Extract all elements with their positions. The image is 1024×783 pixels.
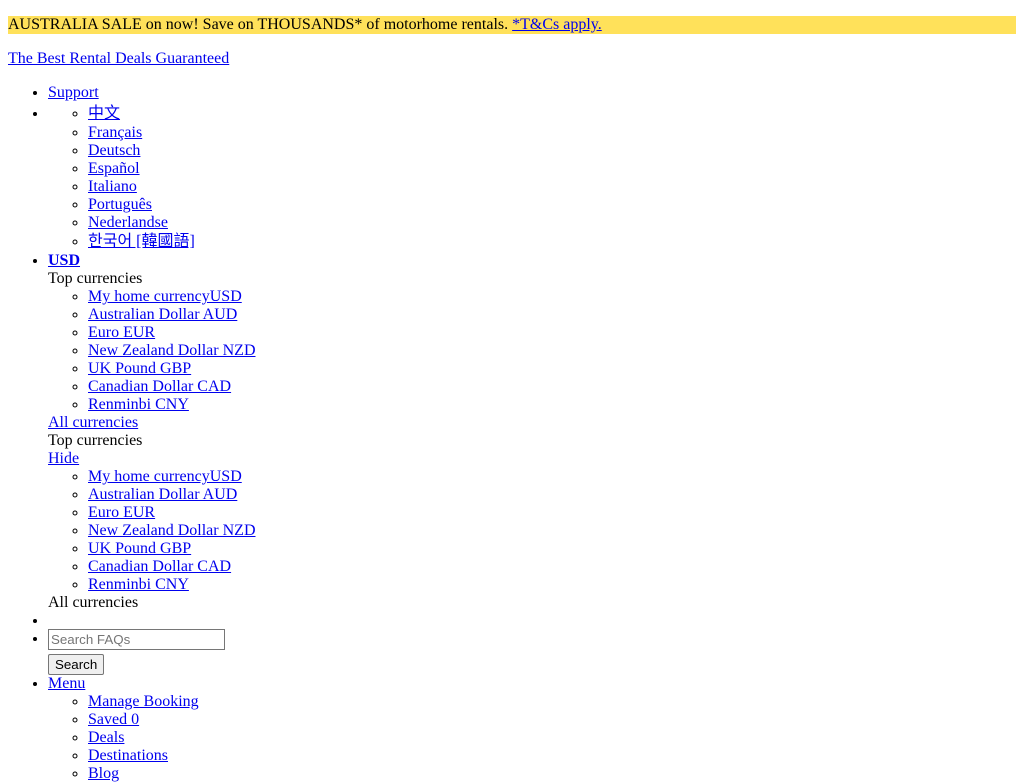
currency-item: New Zealand Dollar NZD <box>88 342 256 360</box>
destinations-link[interactable]: Destinations <box>88 747 168 764</box>
language-item: 中文 <box>88 104 256 124</box>
tagline-link[interactable]: The Best Rental Deals Guaranteed <box>8 50 229 68</box>
language-link-de[interactable]: Deutsch <box>88 142 140 159</box>
currency-list: My home currencyUSD Australian Dollar AU… <box>48 288 256 414</box>
currency-link-nzd-2[interactable]: New Zealand Dollar NZD <box>88 522 256 539</box>
currency-link-cad[interactable]: Canadian Dollar CAD <box>88 378 231 395</box>
search-button[interactable]: Search <box>48 654 105 675</box>
language-link-pt[interactable]: Português <box>88 196 152 213</box>
currency-item: Euro EUR <box>88 324 256 342</box>
terms-link[interactable]: *T&Cs apply. <box>512 16 602 33</box>
currency-link-eur-2[interactable]: Euro EUR <box>88 504 155 521</box>
language-item: Nederlandse <box>88 214 256 232</box>
menu-item: Destinations <box>88 747 256 765</box>
language-item: Español <box>88 160 256 178</box>
language-link-zh[interactable]: 中文 <box>88 105 120 122</box>
menu-item: Saved 0 <box>88 711 256 729</box>
currency-item: Australian Dollar AUD <box>88 486 256 504</box>
language-item: 한국어 [韓國語] <box>88 232 256 252</box>
support-link[interactable]: Support <box>48 84 99 101</box>
nav-item-languages: 中文 Français Deutsch Español Italiano Por… <box>48 102 256 252</box>
manage-booking-link[interactable]: Manage Booking <box>88 693 199 710</box>
search-faqs-input[interactable] <box>48 629 225 650</box>
currency-toggle-link[interactable]: USD <box>48 252 80 269</box>
currency-item: Renminbi CNY <box>88 576 256 594</box>
currency-item: Canadian Dollar CAD <box>88 558 256 576</box>
currency-list-2: My home currencyUSD Australian Dollar AU… <box>48 468 256 594</box>
saved-link[interactable]: Saved 0 <box>88 711 139 728</box>
currency-item: My home currencyUSD <box>88 468 256 486</box>
nav-item-currency: USD Top currencies My home currencyUSD A… <box>48 252 256 612</box>
currency-link-aud[interactable]: Australian Dollar AUD <box>88 306 237 323</box>
currency-item: Canadian Dollar CAD <box>88 378 256 396</box>
currency-item: UK Pound GBP <box>88 360 256 378</box>
hide-currencies-link[interactable]: Hide <box>48 450 79 467</box>
nav-item-search: Search <box>48 629 256 675</box>
all-currencies-link[interactable]: All currencies <box>48 414 138 431</box>
currency-link-aud-2[interactable]: Australian Dollar AUD <box>88 486 237 503</box>
currency-link-eur[interactable]: Euro EUR <box>88 324 155 341</box>
menu-item: Manage Booking <box>88 693 256 711</box>
currency-link-home-2[interactable]: My home currencyUSD <box>88 468 242 485</box>
top-currencies-heading-2: Top currencies <box>48 432 143 449</box>
currency-item: Renminbi CNY <box>88 396 256 414</box>
language-link-es[interactable]: Español <box>88 160 140 177</box>
menu-link[interactable]: Menu <box>48 675 85 692</box>
promo-banner: AUSTRALIA SALE on now! Save on THOUSANDS… <box>8 16 1016 34</box>
currency-link-cad-2[interactable]: Canadian Dollar CAD <box>88 558 231 575</box>
currency-link-gbp[interactable]: UK Pound GBP <box>88 360 191 377</box>
language-link-ko[interactable]: 한국어 [韓國語] <box>88 233 195 250</box>
language-link-it[interactable]: Italiano <box>88 178 137 195</box>
menu-item: Deals <box>88 729 256 747</box>
language-item: Português <box>88 196 256 214</box>
currency-item: Euro EUR <box>88 504 256 522</box>
currency-item: My home currencyUSD <box>88 288 256 306</box>
nav-item-menu: Menu Manage Booking Saved 0 Deals Destin… <box>48 675 256 783</box>
menu-list: Manage Booking Saved 0 Deals Destination… <box>48 693 256 783</box>
top-nav: Support 中文 Français Deutsch Español Ital… <box>8 84 256 783</box>
currency-link-cny[interactable]: Renminbi CNY <box>88 396 189 413</box>
all-currencies-label: All currencies <box>48 594 139 611</box>
language-link-fr[interactable]: Français <box>88 124 142 141</box>
language-item: Italiano <box>88 178 256 196</box>
promo-text: AUSTRALIA SALE on now! Save on THOUSANDS… <box>8 16 509 33</box>
currency-item: Australian Dollar AUD <box>88 306 256 324</box>
language-list: 中文 Français Deutsch Español Italiano Por… <box>48 102 256 252</box>
top-currencies-heading: Top currencies <box>48 270 143 287</box>
language-link-nl[interactable]: Nederlandse <box>88 214 168 231</box>
nav-item-support: Support <box>48 84 256 102</box>
currency-link-gbp-2[interactable]: UK Pound GBP <box>88 540 191 557</box>
deals-link[interactable]: Deals <box>88 729 124 746</box>
currency-item: New Zealand Dollar NZD <box>88 522 256 540</box>
currency-link-cny-2[interactable]: Renminbi CNY <box>88 576 189 593</box>
currency-link-nzd[interactable]: New Zealand Dollar NZD <box>88 342 256 359</box>
language-item: Deutsch <box>88 142 256 160</box>
currency-item: UK Pound GBP <box>88 540 256 558</box>
language-item: Français <box>88 124 256 142</box>
currency-link-home[interactable]: My home currencyUSD <box>88 288 242 305</box>
nav-item-empty <box>48 612 256 630</box>
